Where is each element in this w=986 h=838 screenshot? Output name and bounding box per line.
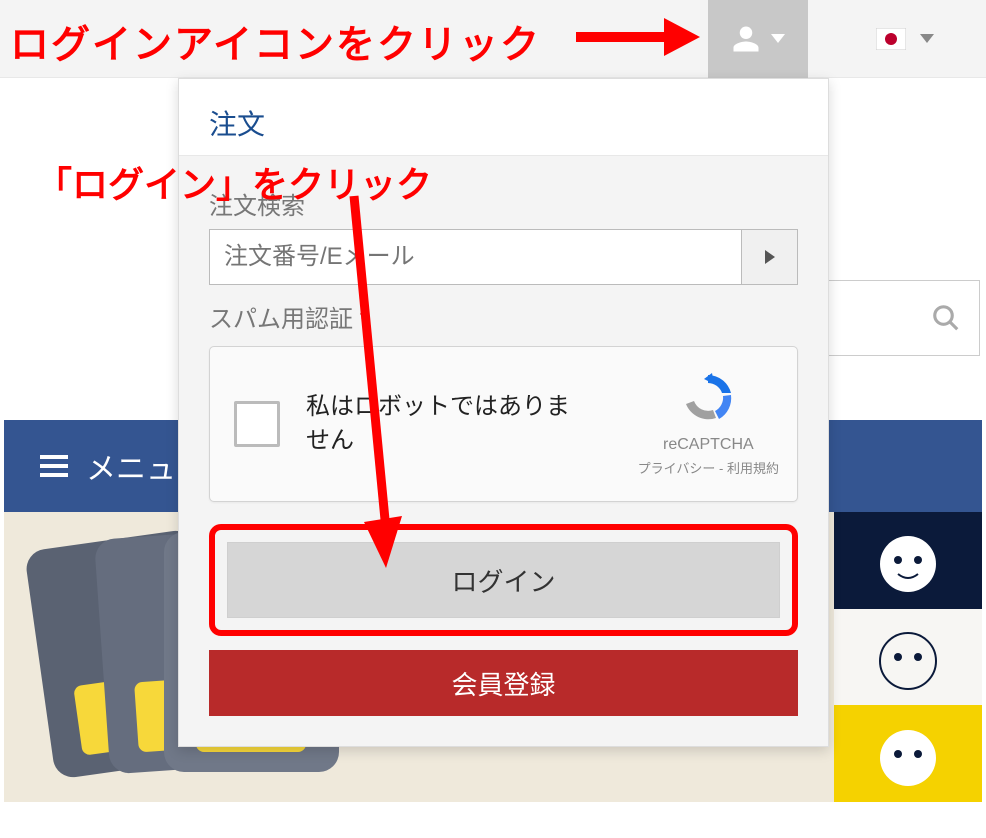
recaptcha-terms-link[interactable]: 利用規約 bbox=[727, 461, 779, 476]
instruction-click-login-icon: ログインアイコンをクリック bbox=[10, 14, 541, 70]
menu-button[interactable]: メニュ bbox=[40, 444, 176, 488]
recaptcha-brand-name: reCAPTCHA bbox=[638, 436, 779, 454]
login-user-button[interactable] bbox=[708, 0, 808, 78]
menu-label: メニュ bbox=[86, 444, 176, 488]
japan-flag-icon bbox=[876, 28, 906, 50]
captcha-label: スパム用認証 * bbox=[209, 299, 798, 334]
recaptcha-checkbox[interactable] bbox=[234, 401, 280, 447]
chevron-down-icon bbox=[771, 34, 785, 44]
product-thumbnail-2[interactable] bbox=[834, 609, 982, 706]
instruction-arrow-2-icon bbox=[342, 190, 412, 580]
recaptcha-icon bbox=[676, 369, 740, 427]
triangle-right-icon bbox=[763, 249, 777, 265]
recaptcha-widget: 私はロボットではありません reCAPTCHA プライバシー - 利用規約 bbox=[209, 346, 798, 502]
top-bar: ログインアイコンをクリック bbox=[0, 0, 986, 78]
user-icon bbox=[731, 24, 761, 54]
mascot-icon bbox=[868, 714, 948, 794]
instruction-arrow-1-icon bbox=[572, 12, 702, 62]
chevron-down-icon bbox=[920, 34, 934, 44]
recaptcha-privacy-link[interactable]: プライバシー bbox=[638, 461, 716, 476]
login-button-highlight: ログイン bbox=[209, 524, 798, 636]
order-search-submit-button[interactable] bbox=[742, 229, 798, 285]
product-thumbnail-3[interactable] bbox=[834, 705, 982, 802]
login-button[interactable]: ログイン bbox=[227, 542, 780, 618]
hamburger-icon bbox=[40, 454, 68, 478]
register-button[interactable]: 会員登録 bbox=[209, 650, 798, 716]
orders-link[interactable]: 注文 bbox=[179, 79, 828, 155]
order-search-input[interactable] bbox=[209, 229, 742, 285]
search-icon bbox=[931, 303, 961, 333]
mascot-icon bbox=[868, 520, 948, 600]
recaptcha-brand: reCAPTCHA プライバシー - 利用規約 bbox=[638, 369, 779, 477]
language-selector[interactable] bbox=[855, 0, 955, 78]
product-thumbnail-1[interactable] bbox=[834, 512, 982, 609]
site-search-bar[interactable] bbox=[828, 280, 980, 356]
mascot-icon bbox=[868, 617, 948, 697]
